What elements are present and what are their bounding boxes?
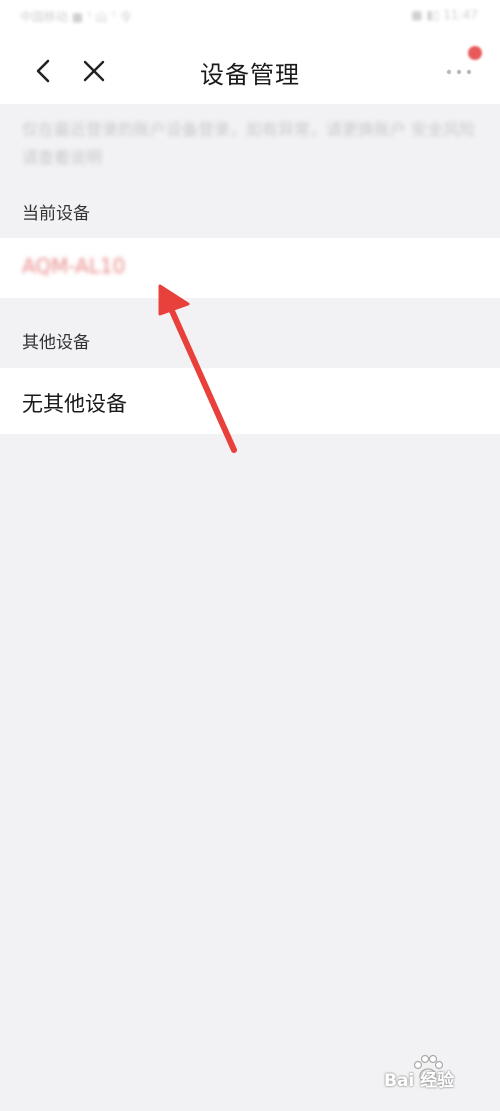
carrier-signal-text: 中国移动 ■ ᵀ 山 ᵀ 令 <box>20 10 132 24</box>
current-device-row[interactable]: AQM-AL10 <box>0 238 500 298</box>
notice-text: 仅在最近登录的账户设备登录，如有异常，请更换账户 安全风险请查看说明 <box>22 120 476 167</box>
more-horizontal-icon <box>446 69 472 75</box>
page-title: 设备管理 <box>200 61 300 89</box>
notice-banner: 仅在最近登录的账户设备登录，如有异常，请更换账户 安全风险请查看说明 <box>0 104 500 186</box>
current-device-name: AQM-AL10 <box>22 254 126 278</box>
status-bar: 中国移动 ■ ᵀ 山 ᵀ 令 ■ ▮▯ 11:47 <box>0 0 500 38</box>
more-button[interactable] <box>444 64 474 78</box>
battery-time-text: ■ ▮▯ 11:47 <box>411 8 478 22</box>
other-devices-label: 其他设备 <box>22 333 90 353</box>
nav-bar: 设备管理 <box>0 38 500 104</box>
baidu-watermark: Bai 经验 <box>356 1052 486 1096</box>
watermark-text: Bai 经验 <box>384 1071 455 1091</box>
no-other-devices-text: 无其他设备 <box>22 392 127 416</box>
other-devices-row: 无其他设备 <box>0 368 500 434</box>
current-device-label: 当前设备 <box>22 204 90 224</box>
notification-dot <box>468 46 482 60</box>
